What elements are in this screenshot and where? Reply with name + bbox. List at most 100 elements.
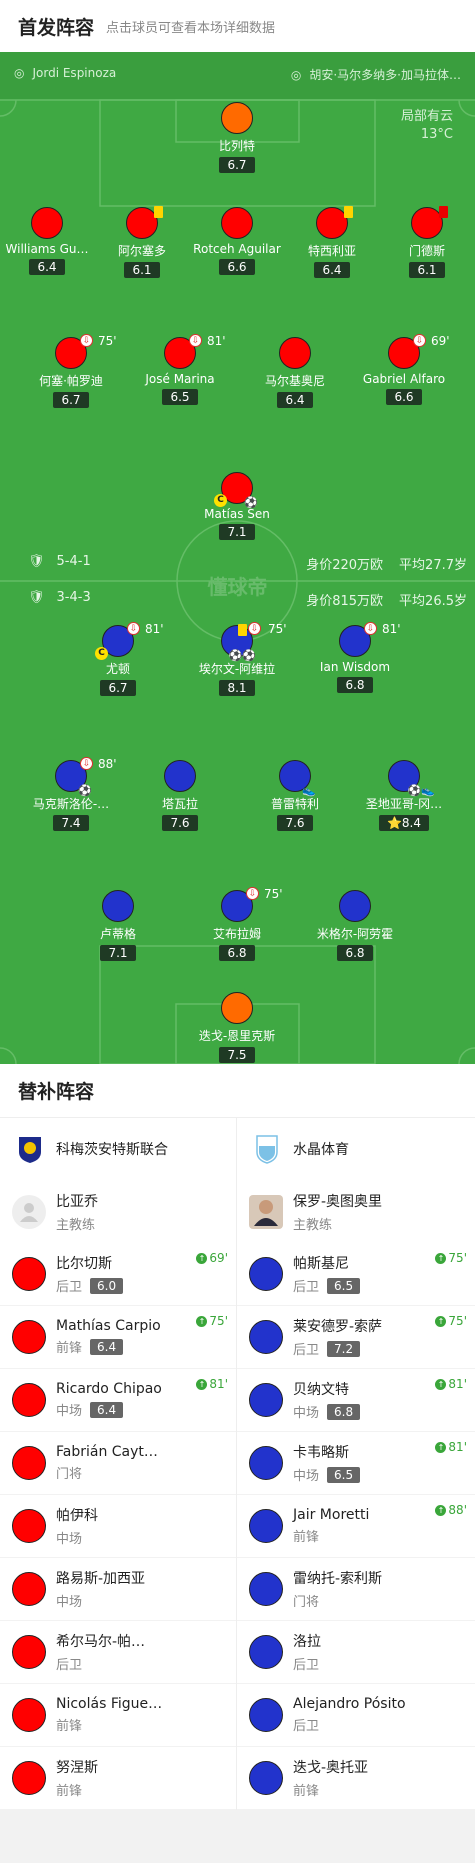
yellow-card-icon — [154, 206, 163, 218]
player-home-6[interactable]: ⇩ 75' 何塞·帕罗迪 6.7 — [16, 334, 126, 408]
sub-minute: 75' — [268, 622, 287, 636]
bench-player-row[interactable]: 努涅斯 前锋 — [0, 1747, 236, 1810]
bench-player-row[interactable]: Nicolás Figue… 前锋 — [0, 1684, 236, 1747]
player-away-gk[interactable]: 迭戈-恩里克斯 7.5 — [182, 992, 292, 1063]
bench-player-row[interactable]: 莱安德罗-索萨 后卫 7.2 ↑ 75' — [237, 1306, 475, 1369]
player-name: 阿尔塞多 — [117, 244, 166, 258]
home-coach-name: Jordi Espinoza — [32, 66, 117, 80]
bench-player-position: 前锋 — [56, 1719, 83, 1734]
bench-player-rating: 6.4 — [90, 1401, 124, 1418]
player-rating: 7.5 — [219, 1047, 255, 1063]
bench-player-row[interactable]: 迭戈-奥托亚 前锋 — [237, 1747, 475, 1810]
bench-player-row[interactable]: 卡韦略斯 中场 6.5 ↑ 81' — [237, 1432, 475, 1495]
bench-player-position: 中场 — [293, 1469, 320, 1484]
player-away-7[interactable]: ⚽👟 圣地亚哥-冈… ⭐8.4 — [349, 760, 459, 831]
player-rating: 6.4 — [277, 392, 313, 408]
player-marker — [12, 1320, 46, 1354]
player-marker — [249, 1320, 283, 1354]
player-marker — [221, 102, 253, 134]
bench-player-row[interactable]: 比尔切斯 后卫 6.0 ↑ 69' — [0, 1243, 236, 1306]
bench-player-row[interactable]: 帕斯基尼 后卫 6.5 ↑ 75' — [237, 1243, 475, 1306]
player-name: Gabriel Alfaro — [362, 372, 446, 386]
bench-player-row[interactable]: Jair Moretti 前锋 ↑ 88' — [237, 1495, 475, 1558]
sub-minute: 81' — [382, 622, 401, 636]
bench-player-row[interactable]: 希尔马尔-帕… 后卫 — [0, 1621, 236, 1684]
player-home-9[interactable]: ⇩ 69' Gabriel Alfaro 6.6 — [349, 334, 459, 405]
player-rating: 6.8 — [337, 677, 373, 693]
player-rating: 7.4 — [53, 815, 89, 831]
player-name: Matías Sen — [204, 507, 270, 521]
player-home-gk[interactable]: 比列特 6.7 — [182, 102, 292, 173]
bench-player-row[interactable]: 帕伊科 中场 — [0, 1495, 236, 1558]
bench-player-rating: 6.4 — [90, 1338, 124, 1355]
sub-out-icon: ⇩ — [413, 334, 426, 347]
away-value: 身价815万欧 — [306, 594, 384, 609]
player-home-8[interactable]: 马尔基奥尼 6.4 — [240, 337, 350, 408]
sub-minute: 88' — [98, 757, 117, 771]
sub-minute: 75' — [264, 887, 283, 901]
away-team-row[interactable]: 水晶体育 — [237, 1118, 475, 1180]
player-marker — [249, 1761, 283, 1795]
player-marker: ⇩ 75' ⚽⚽ — [221, 622, 287, 661]
player-away-9[interactable]: ⇩ 75' 艾布拉姆 6.8 — [182, 887, 292, 961]
player-name: 迭戈-恩里克斯 — [198, 1029, 276, 1043]
bench-player-row[interactable]: Ricardo Chipao 中场 6.4 ↑ 81' — [0, 1369, 236, 1432]
home-team-row[interactable]: 科梅茨安特斯联合 — [0, 1118, 236, 1180]
sub-in-indicator: ↑ 75' — [435, 1314, 467, 1328]
player-name: Rotceh Aguilar — [193, 242, 281, 256]
away-coach-row[interactable]: 保罗-奥图奥里 主教练 — [237, 1180, 475, 1243]
sub-in-icon: ↑ — [196, 1378, 208, 1390]
player-home-5[interactable]: 门德斯 6.1 — [372, 206, 475, 278]
player-marker: ⇩ 81' — [339, 622, 401, 657]
sub-out-icon: ⇩ — [127, 622, 140, 635]
player-marker — [12, 1509, 46, 1543]
player-home-4[interactable]: 特西利亚 6.4 — [277, 206, 387, 278]
bench-player-row[interactable]: 路易斯-加西亚 中场 — [0, 1558, 236, 1621]
player-away-5[interactable]: 塔瓦拉 7.6 — [125, 760, 235, 831]
team-shield-icon: 🛡 — [28, 590, 45, 605]
away-age: 平均26.5岁 — [399, 594, 467, 609]
captain-badge: C — [95, 647, 108, 660]
player-marker — [339, 890, 371, 922]
player-away-4[interactable]: ⇩ 88' ⚽ 马克斯洛伦-… 7.4 — [16, 757, 126, 831]
bench-player-name: Fabrián Cayt… — [56, 1444, 158, 1460]
bench-player-row[interactable]: 洛拉 后卫 — [237, 1621, 475, 1684]
player-name: 圣地亚哥-冈… — [365, 797, 443, 811]
player-away-6[interactable]: 👟 普雷特利 7.6 — [240, 760, 350, 831]
player-rating: 6.6 — [219, 259, 255, 275]
player-home-2[interactable]: 阿尔塞多 6.1 — [87, 206, 197, 278]
player-away-10[interactable]: 米格尔-阿劳霍 6.8 — [300, 890, 410, 961]
yellow-card-icon — [238, 624, 247, 636]
sub-out-icon: ⇩ — [189, 334, 202, 347]
player-name: 马尔基奥尼 — [264, 374, 325, 388]
home-coach-row[interactable]: 比亚乔 主教练 — [0, 1180, 236, 1243]
goal-ball-icon: ⚽👟 — [407, 784, 435, 797]
bench-player-row[interactable]: 雷纳托-索利斯 门将 — [237, 1558, 475, 1621]
whistle-icon: ◎ — [290, 67, 302, 82]
player-home-7[interactable]: ⇩ 81' José Marina 6.5 — [125, 334, 235, 405]
player-away-3[interactable]: ⇩ 81' Ian Wisdom 6.8 — [300, 622, 410, 693]
player-name: 马克斯洛伦-… — [32, 797, 110, 811]
sub-in-minute: 69' — [209, 1251, 228, 1265]
player-rating: 6.1 — [409, 262, 445, 278]
team-crest-icon — [19, 1137, 41, 1163]
player-marker: ⇩ 81' C — [95, 622, 164, 660]
player-marker — [12, 1383, 46, 1417]
bench-player-row[interactable]: Alejandro Pósito 后卫 — [237, 1684, 475, 1747]
player-home-10[interactable]: C ⚽ Matías Sen 7.1 — [182, 472, 292, 540]
player-away-8[interactable]: 卢蒂格 7.1 — [63, 890, 173, 961]
bench-player-row[interactable]: Mathías Carpio 前锋 6.4 ↑ 75' — [0, 1306, 236, 1369]
bench-player-row[interactable]: Fabrián Cayt… 门将 — [0, 1432, 236, 1495]
player-away-1[interactable]: ⇩ 81' C 尤顿 6.7 — [63, 622, 173, 696]
bench-player-row[interactable]: 贝纳文特 中场 6.8 ↑ 81' — [237, 1369, 475, 1432]
player-away-2[interactable]: ⇩ 75' ⚽⚽ 埃尔文-阿维拉 8.1 — [182, 622, 292, 696]
player-home-3[interactable]: Rotceh Aguilar 6.6 — [182, 207, 292, 275]
player-marker — [126, 206, 163, 239]
sub-out-icon: ⇩ — [364, 622, 377, 635]
bench-player-rating: 6.5 — [327, 1277, 361, 1294]
bench-player-position: 前锋 — [293, 1784, 320, 1799]
sub-minute: 69' — [431, 334, 450, 348]
player-name: 塔瓦拉 — [161, 797, 198, 811]
sub-in-indicator: ↑ 81' — [435, 1440, 467, 1454]
player-marker — [411, 206, 448, 239]
